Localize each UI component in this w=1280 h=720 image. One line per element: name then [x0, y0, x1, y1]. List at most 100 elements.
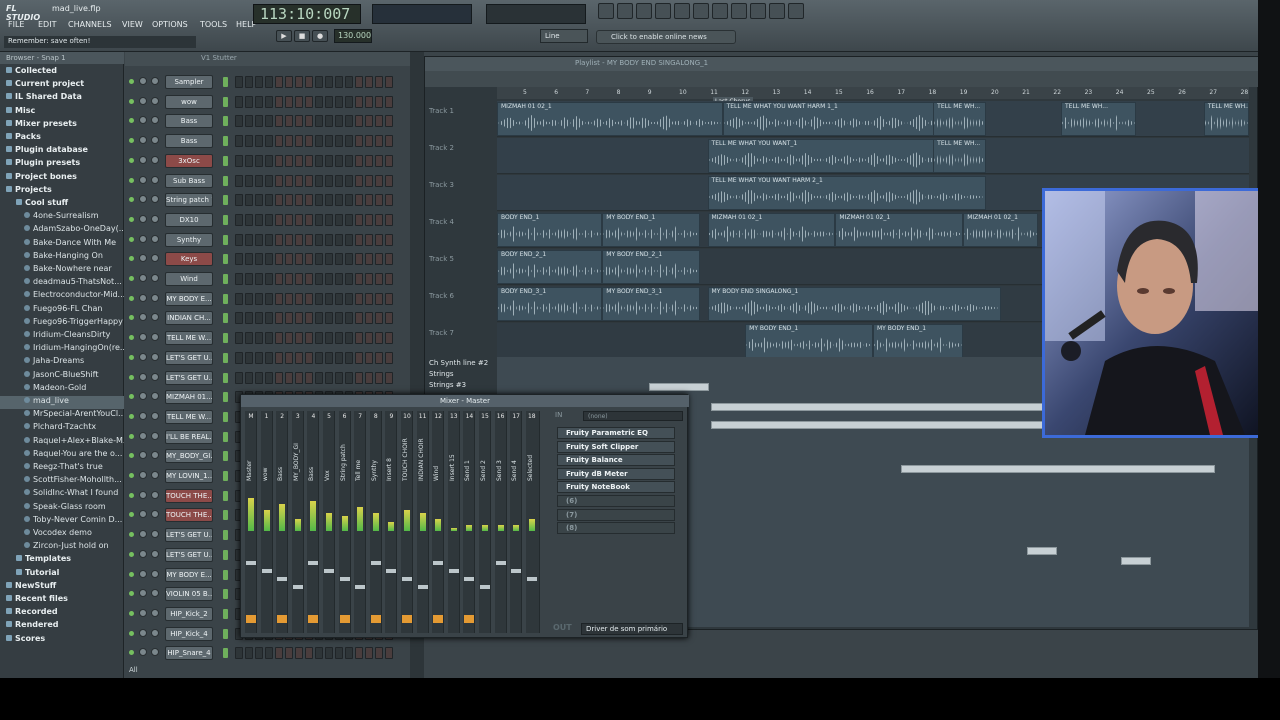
step[interactable] — [295, 213, 303, 226]
step[interactable] — [245, 371, 253, 384]
channel-button[interactable]: I'LL BE REAL... — [165, 429, 213, 444]
browser-item[interactable]: Plugin database — [0, 145, 124, 158]
step[interactable] — [345, 115, 353, 128]
step[interactable] — [245, 95, 253, 108]
step[interactable] — [265, 135, 273, 148]
audio-clip[interactable]: MIZMAH 01 02_1 — [963, 213, 1039, 247]
step[interactable] — [295, 194, 303, 207]
channel-button[interactable]: Sub Bass — [165, 173, 213, 188]
tempo-display[interactable]: 130.000 — [334, 29, 372, 43]
step[interactable] — [295, 115, 303, 128]
channel-led[interactable] — [129, 236, 134, 242]
pan-knob[interactable] — [139, 471, 147, 479]
online-news-button[interactable]: Click to enable online news — [596, 30, 736, 44]
step[interactable] — [365, 351, 373, 364]
step[interactable] — [345, 312, 353, 325]
step[interactable] — [325, 135, 333, 148]
audio-clip[interactable]: MIZMAH 01 02_1 — [707, 213, 836, 247]
channel-button[interactable]: TOUCH THE... — [165, 488, 213, 503]
play-button[interactable]: ▶ — [276, 30, 292, 42]
step[interactable] — [355, 154, 363, 167]
channel-led[interactable] — [129, 492, 134, 498]
step[interactable] — [285, 351, 293, 364]
channel-button[interactable]: Sampler — [165, 75, 213, 89]
browser-item[interactable]: Plchard-Tzachtx — [0, 422, 124, 435]
step[interactable] — [375, 135, 383, 148]
volume-knob[interactable] — [151, 214, 159, 223]
channel-led[interactable] — [129, 394, 134, 400]
step[interactable] — [365, 76, 373, 88]
channel-button[interactable]: TOUCH THE... — [165, 508, 213, 523]
step[interactable] — [325, 194, 333, 207]
channel-button[interactable]: VIOLIN 05 B... — [165, 587, 213, 602]
step[interactable] — [285, 647, 293, 660]
step[interactable] — [355, 115, 363, 128]
step[interactable] — [275, 135, 283, 148]
step[interactable] — [305, 174, 313, 187]
step[interactable] — [235, 273, 243, 285]
step[interactable] — [385, 76, 393, 88]
step[interactable] — [275, 351, 283, 364]
step[interactable] — [255, 273, 263, 285]
step[interactable] — [375, 647, 383, 660]
channel-select[interactable] — [223, 569, 228, 580]
channel-button[interactable]: LET'S GET U... — [165, 370, 213, 385]
step[interactable] — [375, 115, 383, 128]
step[interactable] — [295, 135, 303, 148]
step[interactable] — [365, 115, 373, 128]
step[interactable] — [275, 312, 283, 325]
step[interactable] — [365, 213, 373, 226]
step[interactable] — [245, 194, 253, 207]
step[interactable] — [375, 253, 383, 266]
step[interactable] — [255, 213, 263, 226]
step[interactable] — [335, 76, 343, 88]
step[interactable] — [315, 292, 323, 305]
step[interactable] — [285, 135, 293, 148]
volume-knob[interactable] — [151, 293, 159, 302]
browser-item[interactable]: Iridium-HangingOn(re... — [0, 343, 124, 356]
step[interactable] — [355, 351, 363, 364]
volume-knob[interactable] — [151, 234, 159, 243]
step[interactable] — [295, 312, 303, 325]
channel-button[interactable]: MIZMAH 01... — [165, 390, 213, 405]
step[interactable] — [365, 647, 373, 660]
browser-item[interactable]: Projects — [0, 185, 124, 198]
step[interactable] — [315, 371, 323, 384]
volume-knob[interactable] — [151, 490, 159, 499]
step[interactable] — [345, 95, 353, 108]
step[interactable] — [345, 292, 353, 305]
channel-button[interactable]: HIP_Kick_4 — [165, 626, 213, 641]
pan-knob[interactable] — [139, 333, 147, 342]
step[interactable] — [295, 76, 303, 88]
step[interactable] — [265, 253, 273, 266]
step[interactable] — [365, 135, 373, 148]
step[interactable] — [285, 154, 293, 167]
step[interactable] — [315, 312, 323, 325]
step[interactable] — [275, 292, 283, 305]
channel-button[interactable]: MY BODY E... — [165, 291, 213, 306]
step[interactable] — [375, 273, 383, 285]
menu-item-edit[interactable]: EDIT — [38, 20, 56, 29]
browser-item[interactable]: Project bones — [0, 172, 124, 185]
step[interactable] — [325, 76, 333, 88]
step[interactable] — [245, 312, 253, 325]
audio-clip[interactable]: MY BODY END_1 — [745, 324, 873, 358]
step[interactable] — [255, 332, 263, 345]
step[interactable] — [255, 351, 263, 364]
browser-icon[interactable] — [674, 3, 690, 19]
step[interactable] — [365, 174, 373, 187]
step[interactable] — [265, 194, 273, 207]
channel-select[interactable] — [223, 411, 228, 422]
step[interactable] — [245, 115, 253, 128]
effect-slot[interactable]: Fruity Balance — [557, 454, 675, 467]
audio-clip[interactable]: MY BODY END_2_1 — [602, 250, 701, 284]
step[interactable] — [295, 233, 303, 246]
step[interactable] — [335, 135, 343, 148]
browser-item[interactable]: Raquel-You are the o... — [0, 449, 124, 462]
step[interactable] — [255, 312, 263, 325]
browser-item[interactable]: Madeon-Gold — [0, 383, 124, 396]
step[interactable] — [245, 332, 253, 345]
audio-clip[interactable]: BODY END_3_1 — [497, 287, 603, 321]
song-position-display[interactable]: 113:10:007 — [253, 4, 361, 24]
browser-item[interactable]: Toby-Never Comin D... — [0, 515, 124, 528]
